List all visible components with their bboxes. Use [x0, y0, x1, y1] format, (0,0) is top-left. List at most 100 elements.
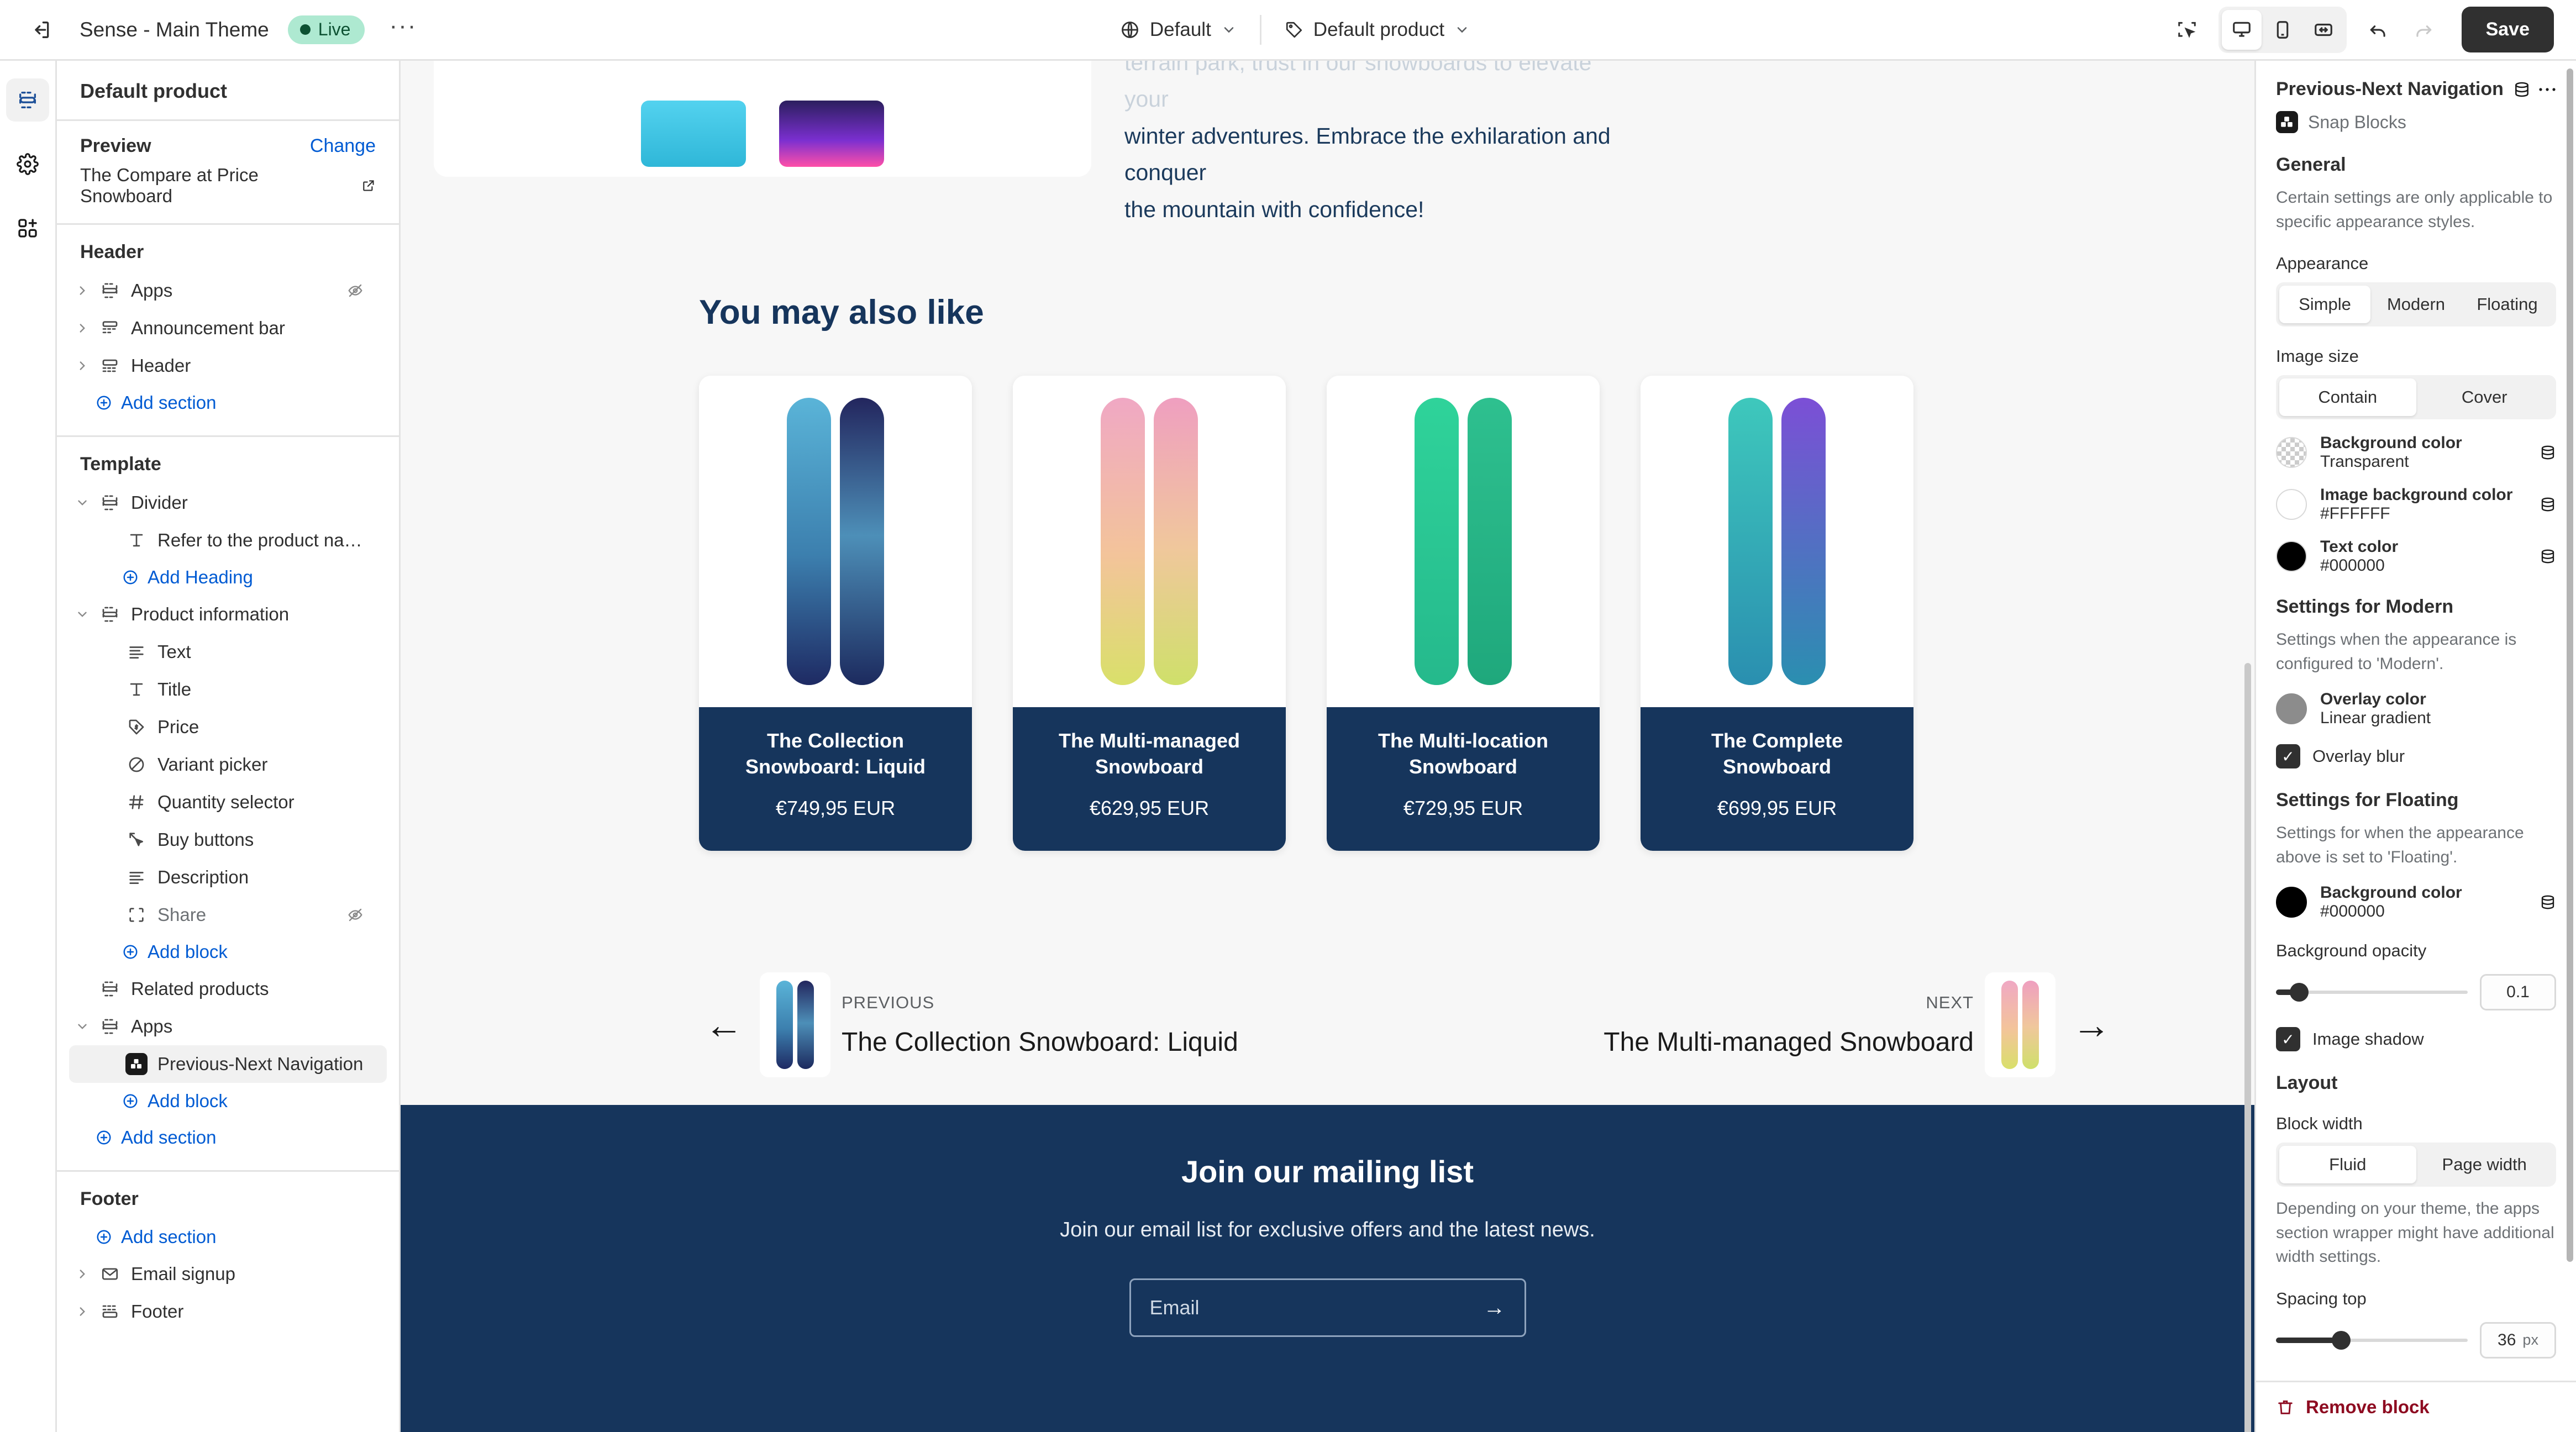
spacing-top-thumb[interactable] [2331, 1330, 2351, 1350]
sidebar-item-related-products[interactable]: Related products [69, 970, 387, 1008]
template-selector[interactable]: Default product [1273, 12, 1482, 48]
sidebar-item-text[interactable]: Text [69, 633, 387, 671]
sidebar-item-apps[interactable]: Apps [69, 272, 387, 309]
spacing-top-input[interactable]: 36 px [2480, 1322, 2556, 1359]
image-size-segmented-control[interactable]: Contain Cover [2276, 375, 2556, 419]
preview-change-link[interactable]: Change [310, 135, 376, 157]
product-card[interactable]: The Multi-managed Snowboard €629,95 EUR [1013, 376, 1286, 851]
expand-toggle[interactable] [69, 1267, 96, 1281]
sidebar-add-block-button[interactable]: Add block [69, 934, 387, 970]
email-signup-field[interactable]: Email → [1129, 1278, 1526, 1337]
redo-button[interactable] [2404, 10, 2443, 49]
sidebar-item-header[interactable]: Header [69, 347, 387, 385]
visibility-toggle[interactable] [347, 282, 364, 299]
exit-editor-button[interactable] [22, 10, 61, 49]
sidebar-item-refer-to-the-product-navigatio[interactable]: Refer to the product navigatio... [69, 522, 387, 559]
panel-scrollbar[interactable] [2567, 69, 2573, 1262]
next-text-block[interactable]: NEXT The Multi-managed Snowboard [1604, 993, 1974, 1057]
sidebar-item-title[interactable]: Title [69, 671, 387, 708]
undo-button[interactable] [2359, 10, 2398, 49]
background-opacity-slider[interactable] [2276, 983, 2468, 1002]
prev-text-block[interactable]: PREVIOUS The Collection Snowboard: Liqui… [842, 993, 1238, 1057]
image-shadow-row[interactable]: ✓ Image shadow [2256, 1010, 2576, 1051]
floating-background-color-row[interactable]: Background color #000000 [2256, 869, 2576, 921]
opacity-thumb[interactable] [2289, 983, 2309, 1002]
expand-toggle[interactable] [69, 1304, 96, 1319]
product-card[interactable]: The Collection Snowboard: Liquid €749,95 … [699, 376, 972, 851]
appearance-floating-option[interactable]: Floating [2462, 286, 2553, 323]
sections-rail-button[interactable] [6, 78, 49, 122]
sidebar-item-divider[interactable]: Divider [69, 484, 387, 522]
spacing-top-slider[interactable] [2276, 1330, 2468, 1350]
store-preview-canvas[interactable]: terrain park, trust in our snowboards to… [401, 61, 2254, 1432]
sidebar-tree[interactable]: Header Apps Announcement bar Header Add sect… [57, 225, 399, 1432]
overlay-blur-row[interactable]: ✓ Overlay blur [2256, 728, 2576, 768]
background-color-row[interactable]: Background color Transparent [2256, 419, 2576, 471]
image-size-cover-option[interactable]: Cover [2416, 378, 2553, 416]
sidebar-item-announcement-bar[interactable]: Announcement bar [69, 309, 387, 347]
appearance-segmented-control[interactable]: Simple Modern Floating [2276, 282, 2556, 327]
panel-more-menu-icon[interactable] [2538, 86, 2556, 93]
block-width-page-width-option[interactable]: Page width [2416, 1146, 2553, 1183]
apps-rail-button[interactable] [6, 207, 49, 250]
visibility-toggle[interactable] [347, 907, 364, 923]
sidebar-add-heading-button[interactable]: Add Heading [69, 559, 387, 596]
floating-bg-database-icon[interactable] [2540, 894, 2556, 910]
sidebar-item-product-information[interactable]: Product information [69, 596, 387, 633]
preview-product-link[interactable]: The Compare at Price Snowboard [80, 165, 376, 207]
block-width-fluid-option[interactable]: Fluid [2279, 1146, 2416, 1183]
next-arrow-icon[interactable]: → [2067, 1005, 2116, 1044]
settings-scroll-area[interactable]: Previous-Next Navigation Snap Blocks Gen… [2256, 61, 2576, 1381]
expand-toggle[interactable] [69, 283, 96, 298]
locale-selector[interactable]: Default [1108, 12, 1249, 48]
appearance-modern-option[interactable]: Modern [2370, 286, 2462, 323]
expand-toggle[interactable] [69, 359, 96, 373]
database-icon[interactable] [2513, 81, 2531, 98]
sidebar-item-apps[interactable]: Apps [69, 1008, 387, 1045]
sidebar-item-footer[interactable]: Footer [69, 1293, 387, 1330]
mobile-view-button[interactable] [2263, 10, 2302, 50]
overlay-color-row[interactable]: Overlay color Linear gradient [2256, 676, 2576, 728]
sidebar-add-section-button-0[interactable]: Add section [69, 385, 387, 421]
next-product-thumb[interactable] [1985, 972, 2055, 1077]
email-submit-arrow-icon[interactable]: → [1484, 1296, 1506, 1320]
theme-more-menu-button[interactable]: ··· [383, 10, 422, 49]
expand-toggle[interactable] [69, 496, 96, 510]
sidebar-item-previous-next-navigation[interactable]: Previous-Next Navigation [69, 1045, 387, 1083]
sidebar-item-variant-picker[interactable]: Variant picker [69, 746, 387, 783]
settings-rail-button[interactable] [6, 143, 49, 186]
inspector-toggle-button[interactable] [2168, 10, 2206, 49]
sidebar-item-share[interactable]: Share [69, 896, 387, 934]
save-button[interactable]: Save [2461, 7, 2554, 52]
image-shadow-checkbox[interactable]: ✓ [2276, 1027, 2300, 1051]
appearance-simple-option[interactable]: Simple [2279, 286, 2370, 323]
image-background-color-database-icon[interactable] [2540, 496, 2556, 513]
prev-arrow-icon[interactable]: ← [699, 1005, 749, 1044]
sidebar-item-buy-buttons[interactable]: Buy buttons [69, 821, 387, 859]
sidebar-item-description[interactable]: Description [69, 859, 387, 896]
sidebar-add-section-button[interactable]: Add section [69, 1219, 387, 1255]
sidebar-item-quantity-selector[interactable]: Quantity selector [69, 783, 387, 821]
preview-scrollbar[interactable] [2244, 663, 2251, 1432]
image-size-contain-option[interactable]: Contain [2279, 378, 2416, 416]
expand-toggle[interactable] [69, 607, 96, 622]
background-opacity-input[interactable]: 0.1 [2480, 974, 2556, 1010]
sidebar-item-price[interactable]: Price [69, 708, 387, 746]
prev-product-thumb[interactable] [760, 972, 830, 1077]
product-card[interactable]: The Multi-location Snowboard €729,95 EUR [1327, 376, 1600, 851]
background-color-database-icon[interactable] [2540, 444, 2556, 461]
expand-toggle[interactable] [69, 1019, 96, 1034]
product-card[interactable]: The Complete Snowboard €699,95 EUR [1641, 376, 1913, 851]
block-width-segmented-control[interactable]: Fluid Page width [2276, 1143, 2556, 1187]
image-background-color-row[interactable]: Image background color #FFFFFF [2256, 471, 2576, 523]
sidebar-item-email-signup[interactable]: Email signup [69, 1255, 387, 1293]
overlay-blur-checkbox[interactable]: ✓ [2276, 744, 2300, 768]
fullscreen-view-button[interactable] [2304, 10, 2343, 50]
text-color-database-icon[interactable] [2540, 548, 2556, 565]
sidebar-add-section-button[interactable]: Add section [69, 1119, 387, 1156]
expand-toggle[interactable] [69, 321, 96, 335]
desktop-view-button[interactable] [2221, 9, 2262, 50]
sidebar-add-block-button[interactable]: Add block [69, 1083, 387, 1119]
remove-block-button[interactable]: Remove block [2256, 1381, 2576, 1432]
text-color-row[interactable]: Text color #000000 [2256, 523, 2576, 575]
